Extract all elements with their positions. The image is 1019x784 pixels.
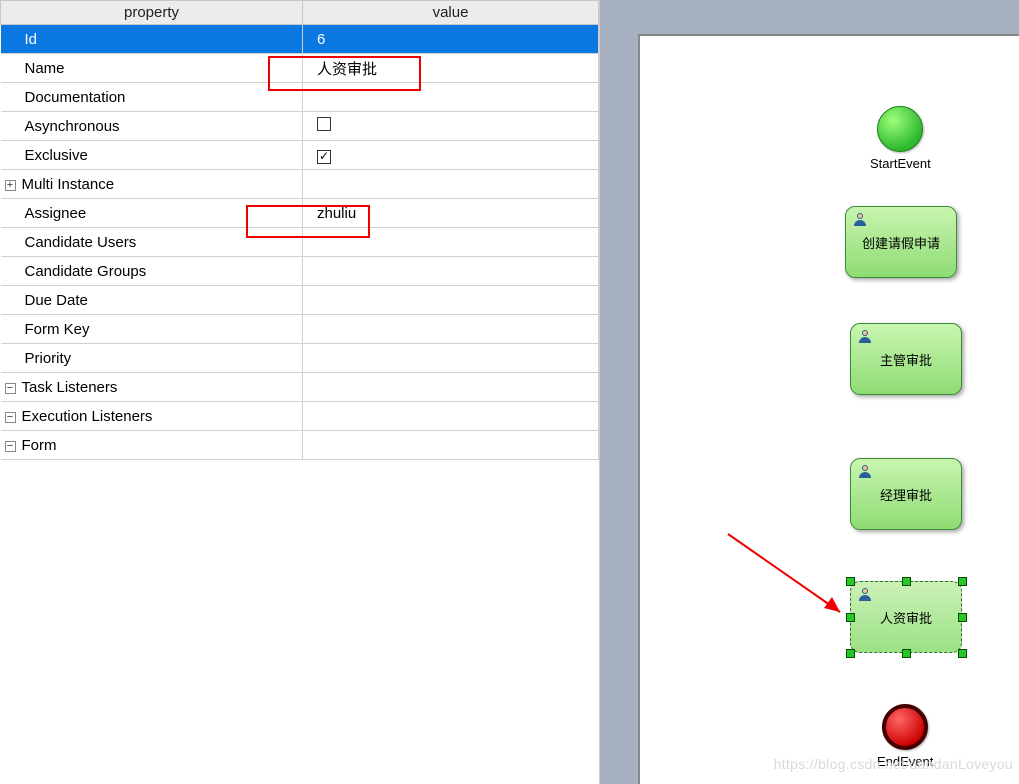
user-icon <box>852 211 868 227</box>
property-label-text: Multi Instance <box>22 176 115 193</box>
start-event-label: StartEvent <box>870 156 931 171</box>
property-label[interactable]: Candidate Users <box>1 228 303 257</box>
property-value[interactable] <box>303 286 599 315</box>
resize-handle[interactable] <box>846 613 855 622</box>
property-value[interactable] <box>303 402 599 431</box>
resize-handle[interactable] <box>902 649 911 658</box>
property-value[interactable] <box>303 112 599 141</box>
collapse-icon[interactable]: − <box>5 412 16 423</box>
property-value[interactable] <box>303 228 599 257</box>
property-label-text: Candidate Groups <box>25 263 147 280</box>
property-value[interactable] <box>303 170 599 199</box>
property-value[interactable]: 人资审批 <box>303 54 599 83</box>
task-node[interactable]: 主管审批 <box>850 323 962 395</box>
properties-panel: property value Id 6 Name 人资审批 Documentation A… <box>0 0 600 784</box>
property-label-text: Execution Listeners <box>22 408 153 425</box>
property-value[interactable] <box>303 83 599 112</box>
property-value[interactable]: ✓ <box>303 141 599 170</box>
end-event-circle[interactable] <box>882 704 928 750</box>
properties-header-property: property <box>1 1 303 25</box>
property-label[interactable]: Name <box>1 54 303 83</box>
user-task[interactable]: 创建请假申请 <box>845 206 957 278</box>
property-label-text: Candidate Users <box>25 234 137 251</box>
user-icon <box>857 586 873 602</box>
property-label[interactable]: −Task Listeners <box>1 373 303 402</box>
property-label-text: Task Listeners <box>22 379 118 396</box>
property-value[interactable] <box>303 344 599 373</box>
property-label-text: Due Date <box>25 292 88 309</box>
property-value[interactable] <box>303 315 599 344</box>
user-task[interactable]: 人资审批 <box>850 581 962 653</box>
property-value[interactable] <box>303 257 599 286</box>
task-node[interactable]: 人资审批 <box>850 581 962 653</box>
property-label-text: Assignee <box>25 205 87 222</box>
property-label[interactable]: Asynchronous <box>1 112 303 141</box>
resize-handle[interactable] <box>958 649 967 658</box>
task-node[interactable]: 创建请假申请 <box>845 206 957 278</box>
resize-handle[interactable] <box>902 577 911 586</box>
resize-handle[interactable] <box>958 577 967 586</box>
end-event-label: EndEvent <box>877 754 933 769</box>
bpmn-canvas[interactable]: StartEvent 创建请假申请主管审批经理审批人资审批 EndEvent <box>638 34 1019 784</box>
property-value[interactable] <box>303 373 599 402</box>
user-icon <box>857 463 873 479</box>
task-label: 主管审批 <box>880 350 932 369</box>
property-value[interactable]: zhuliu <box>303 199 599 228</box>
resize-handle[interactable] <box>958 613 967 622</box>
property-label[interactable]: Due Date <box>1 286 303 315</box>
property-label[interactable]: −Form <box>1 431 303 460</box>
expand-icon[interactable]: + <box>5 180 16 191</box>
property-label-text: Form <box>22 437 57 454</box>
property-value[interactable] <box>303 431 599 460</box>
checkbox[interactable] <box>317 117 331 131</box>
diagram-area: StartEvent 创建请假申请主管审批经理审批人资审批 EndEvent <box>600 0 1019 784</box>
task-label: 经理审批 <box>880 485 932 504</box>
resize-handle[interactable] <box>846 649 855 658</box>
checkbox[interactable]: ✓ <box>317 150 331 164</box>
collapse-icon[interactable]: − <box>5 383 16 394</box>
property-label[interactable]: −Execution Listeners <box>1 402 303 431</box>
property-label-text: Asynchronous <box>25 118 120 135</box>
user-icon <box>857 328 873 344</box>
task-label: 创建请假申请 <box>862 233 940 252</box>
property-label[interactable]: Priority <box>1 344 303 373</box>
property-label[interactable]: Id <box>1 25 303 54</box>
property-label-text: Form Key <box>25 321 90 338</box>
user-task[interactable]: 经理审批 <box>850 458 962 530</box>
property-label[interactable]: Candidate Groups <box>1 257 303 286</box>
properties-table: property value Id 6 Name 人资审批 Documentation A… <box>0 0 599 460</box>
property-label[interactable]: Documentation <box>1 83 303 112</box>
property-label-text: Id <box>25 31 38 48</box>
property-label-text: Documentation <box>25 89 126 106</box>
start-event-circle[interactable] <box>877 106 923 152</box>
collapse-icon[interactable]: − <box>5 441 16 452</box>
property-label[interactable]: + Multi Instance <box>1 170 303 199</box>
property-label-text: Priority <box>25 350 72 367</box>
property-label[interactable]: Form Key <box>1 315 303 344</box>
property-label[interactable]: Assignee <box>1 199 303 228</box>
task-node[interactable]: 经理审批 <box>850 458 962 530</box>
start-event-node[interactable]: StartEvent <box>870 106 931 171</box>
property-label-text: Name <box>25 60 65 77</box>
property-value[interactable]: 6 <box>303 25 599 54</box>
resize-handle[interactable] <box>846 577 855 586</box>
user-task[interactable]: 主管审批 <box>850 323 962 395</box>
property-label-text: Exclusive <box>25 147 88 164</box>
properties-header-value: value <box>303 1 599 25</box>
task-label: 人资审批 <box>880 608 932 627</box>
end-event-node[interactable]: EndEvent <box>877 704 933 769</box>
property-label[interactable]: Exclusive <box>1 141 303 170</box>
